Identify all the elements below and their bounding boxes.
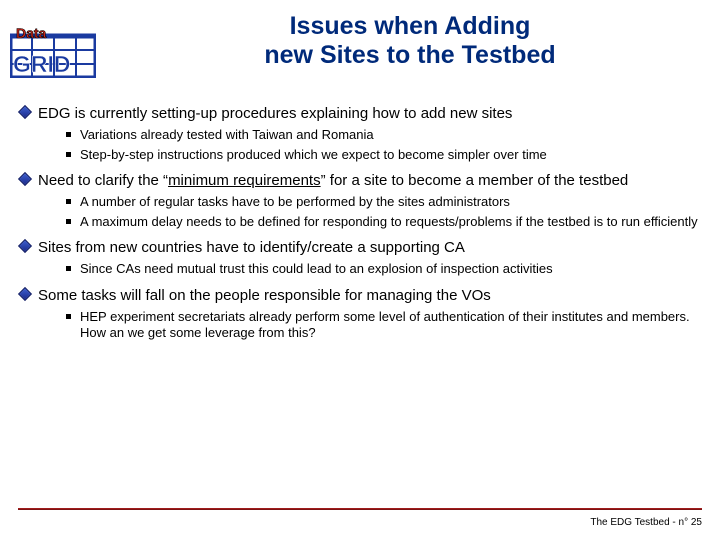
bullet-2-sub-2-text: A maximum delay needs to be defined for …	[80, 214, 698, 230]
bullet-4: Some tasks will fall on the people respo…	[20, 287, 710, 305]
bullet-4-sub-1: HEP experiment secretariats already perf…	[66, 309, 710, 340]
bullet-3-sub-1: Since CAs need mutual trust this could l…	[66, 261, 710, 277]
square-icon	[66, 219, 80, 224]
bullet-3-text: Sites from new countries have to identif…	[38, 239, 465, 257]
svg-text:GRID: GRID	[13, 51, 71, 77]
bullet-1-text: EDG is currently setting-up procedures e…	[38, 105, 512, 123]
footer-text: The EDG Testbed - n° 25	[590, 517, 702, 528]
slide-body: EDG is currently setting-up procedures e…	[20, 95, 710, 340]
square-icon	[66, 152, 80, 157]
bullet-2-sub-2: A maximum delay needs to be defined for …	[66, 214, 710, 230]
title-line-1: Issues when Adding	[290, 12, 531, 40]
title-line-2: new Sites to the Testbed	[264, 41, 555, 69]
bullet-2-sub-1-text: A number of regular tasks have to be per…	[80, 194, 510, 210]
bullet-1-sub-1-text: Variations already tested with Taiwan an…	[80, 127, 374, 143]
bullet-4-sub-1-text: HEP experiment secretariats already perf…	[80, 309, 710, 340]
bullet-1: EDG is currently setting-up procedures e…	[20, 105, 710, 123]
bullet-2-text: Need to clarify the “minimum requirement…	[38, 172, 628, 190]
diamond-icon	[20, 107, 38, 117]
diamond-icon	[20, 174, 38, 184]
square-icon	[66, 266, 80, 271]
square-icon	[66, 132, 80, 137]
diamond-icon	[20, 289, 38, 299]
datagrid-logo: Data GRID	[10, 24, 96, 78]
bullet-3-sub-1-text: Since CAs need mutual trust this could l…	[80, 261, 553, 277]
square-icon	[66, 199, 80, 204]
square-icon	[66, 314, 80, 319]
bullet-2-sub-1: A number of regular tasks have to be per…	[66, 194, 710, 210]
slide: Data GRID Issues when Adding new Sites t…	[0, 0, 720, 540]
diamond-icon	[20, 241, 38, 251]
bullet-1-sub-2-text: Step-by-step instructions produced which…	[80, 147, 547, 163]
bullet-1-sub-1: Variations already tested with Taiwan an…	[66, 127, 710, 143]
bullet-4-text: Some tasks will fall on the people respo…	[38, 287, 491, 305]
bullet-1-sub-2: Step-by-step instructions produced which…	[66, 147, 710, 163]
bullet-3: Sites from new countries have to identif…	[20, 239, 710, 257]
footer-rule	[18, 508, 702, 510]
bullet-2: Need to clarify the “minimum requirement…	[20, 172, 710, 190]
slide-title: Issues when Adding new Sites to the Test…	[140, 12, 680, 70]
svg-text:Data: Data	[16, 25, 47, 41]
